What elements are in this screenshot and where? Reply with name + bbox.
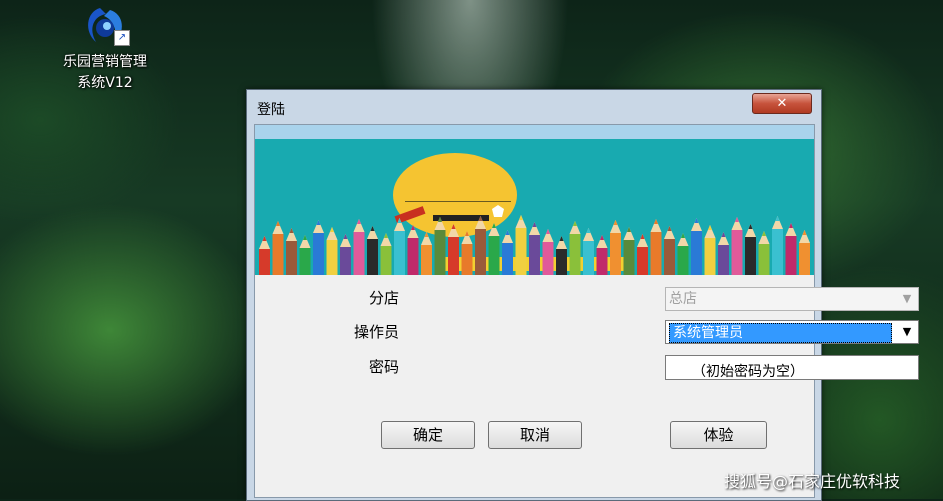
trial-button[interactable]: 体验 <box>670 421 767 449</box>
watermark-text: 搜狐号@石家庄优软科技 <box>724 472 901 491</box>
operator-select[interactable]: 系统管理员 ▼ <box>665 320 919 344</box>
ok-button[interactable]: 确定 <box>381 421 475 449</box>
chevron-down-icon[interactable]: ▼ <box>896 321 918 343</box>
store-value: 总店 <box>669 291 697 307</box>
desktop-shortcut[interactable]: ↗ 乐园营销管理 系统V12 <box>52 2 158 94</box>
app-logo-icon: ↗ <box>80 2 130 52</box>
cancel-button[interactable]: 取消 <box>488 421 582 449</box>
chevron-down-icon: ▼ <box>902 292 912 305</box>
shortcut-arrow-icon: ↗ <box>114 30 130 46</box>
shortcut-label-line1: 乐园营销管理 <box>63 54 147 70</box>
shortcut-label-line2: 系统V12 <box>77 75 133 91</box>
store-select: 总店 ▼ <box>665 287 919 311</box>
dialog-title: 登陆 <box>257 102 285 118</box>
password-hint: （初始密码为空） <box>692 364 804 380</box>
store-label: 分店 <box>368 289 399 307</box>
close-button[interactable]: ✕ <box>752 93 812 114</box>
login-dialog: 登陆 ✕ 分店 总店 ▼ 操作员 系统管理员 ▼ 密码 （初始密码为空） 确定 <box>246 89 919 501</box>
operator-value: 系统管理员 <box>669 323 892 343</box>
operator-label: 操作员 <box>353 323 399 341</box>
dialog-client: 分店 总店 ▼ 操作员 系统管理员 ▼ 密码 （初始密码为空） 确定 取消 体验 <box>254 124 919 498</box>
pencil-banner <box>255 125 814 281</box>
password-label: 密码 <box>368 358 399 376</box>
